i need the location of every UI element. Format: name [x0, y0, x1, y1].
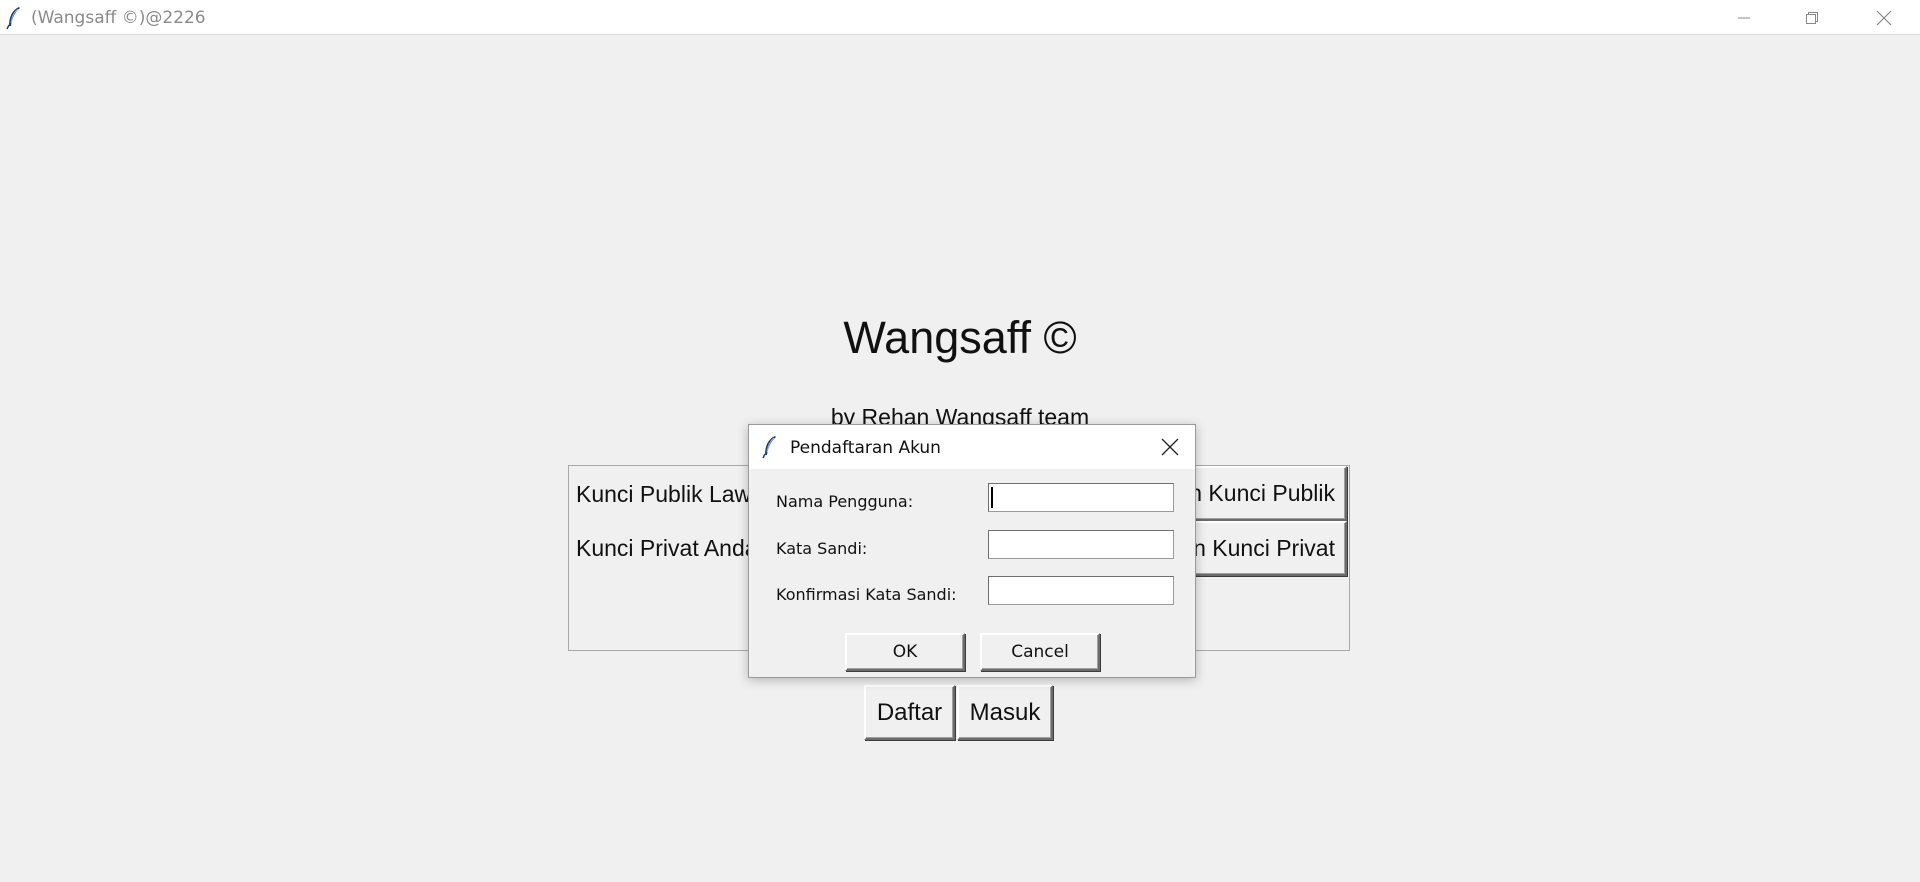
login-button[interactable]: Masuk: [957, 685, 1053, 740]
close-icon: [1876, 10, 1892, 25]
confirm-password-label: Konfirmasi Kata Sandi:: [776, 585, 957, 604]
registration-dialog: Pendaftaran Akun Nama Pengguna: Kata San…: [748, 424, 1196, 678]
cancel-button[interactable]: Cancel: [980, 633, 1100, 671]
password-field[interactable]: [988, 530, 1174, 559]
register-button[interactable]: Daftar: [864, 685, 955, 740]
dialog-title: Pendaftaran Akun: [790, 438, 941, 458]
app-title: Wangsaff ©: [843, 312, 1077, 363]
feather-icon: [762, 435, 778, 464]
username-label: Nama Pengguna:: [776, 492, 914, 511]
restore-button[interactable]: [1778, 0, 1846, 35]
confirm-password-field[interactable]: [988, 576, 1174, 605]
restore-icon: [1806, 11, 1818, 24]
minimize-icon: [1738, 17, 1750, 18]
private-key-label: Kunci Privat Anda: [576, 535, 758, 561]
public-key-label: Kunci Publik Lawan: [576, 481, 777, 507]
password-label: Kata Sandi:: [776, 539, 868, 558]
close-button[interactable]: [1850, 0, 1918, 35]
username-field[interactable]: [988, 483, 1174, 512]
window-titlebar: (Wangsaff ©)@2226: [0, 0, 1920, 35]
dialog-titlebar: Pendaftaran Akun: [749, 425, 1195, 469]
dialog-close-button[interactable]: [1159, 436, 1181, 458]
minimize-button[interactable]: [1710, 0, 1778, 35]
text-caret: [991, 487, 993, 508]
feather-icon: [6, 6, 22, 35]
window-title: (Wangsaff ©)@2226: [31, 8, 206, 28]
close-icon: [1161, 438, 1179, 456]
ok-button[interactable]: OK: [845, 633, 965, 671]
